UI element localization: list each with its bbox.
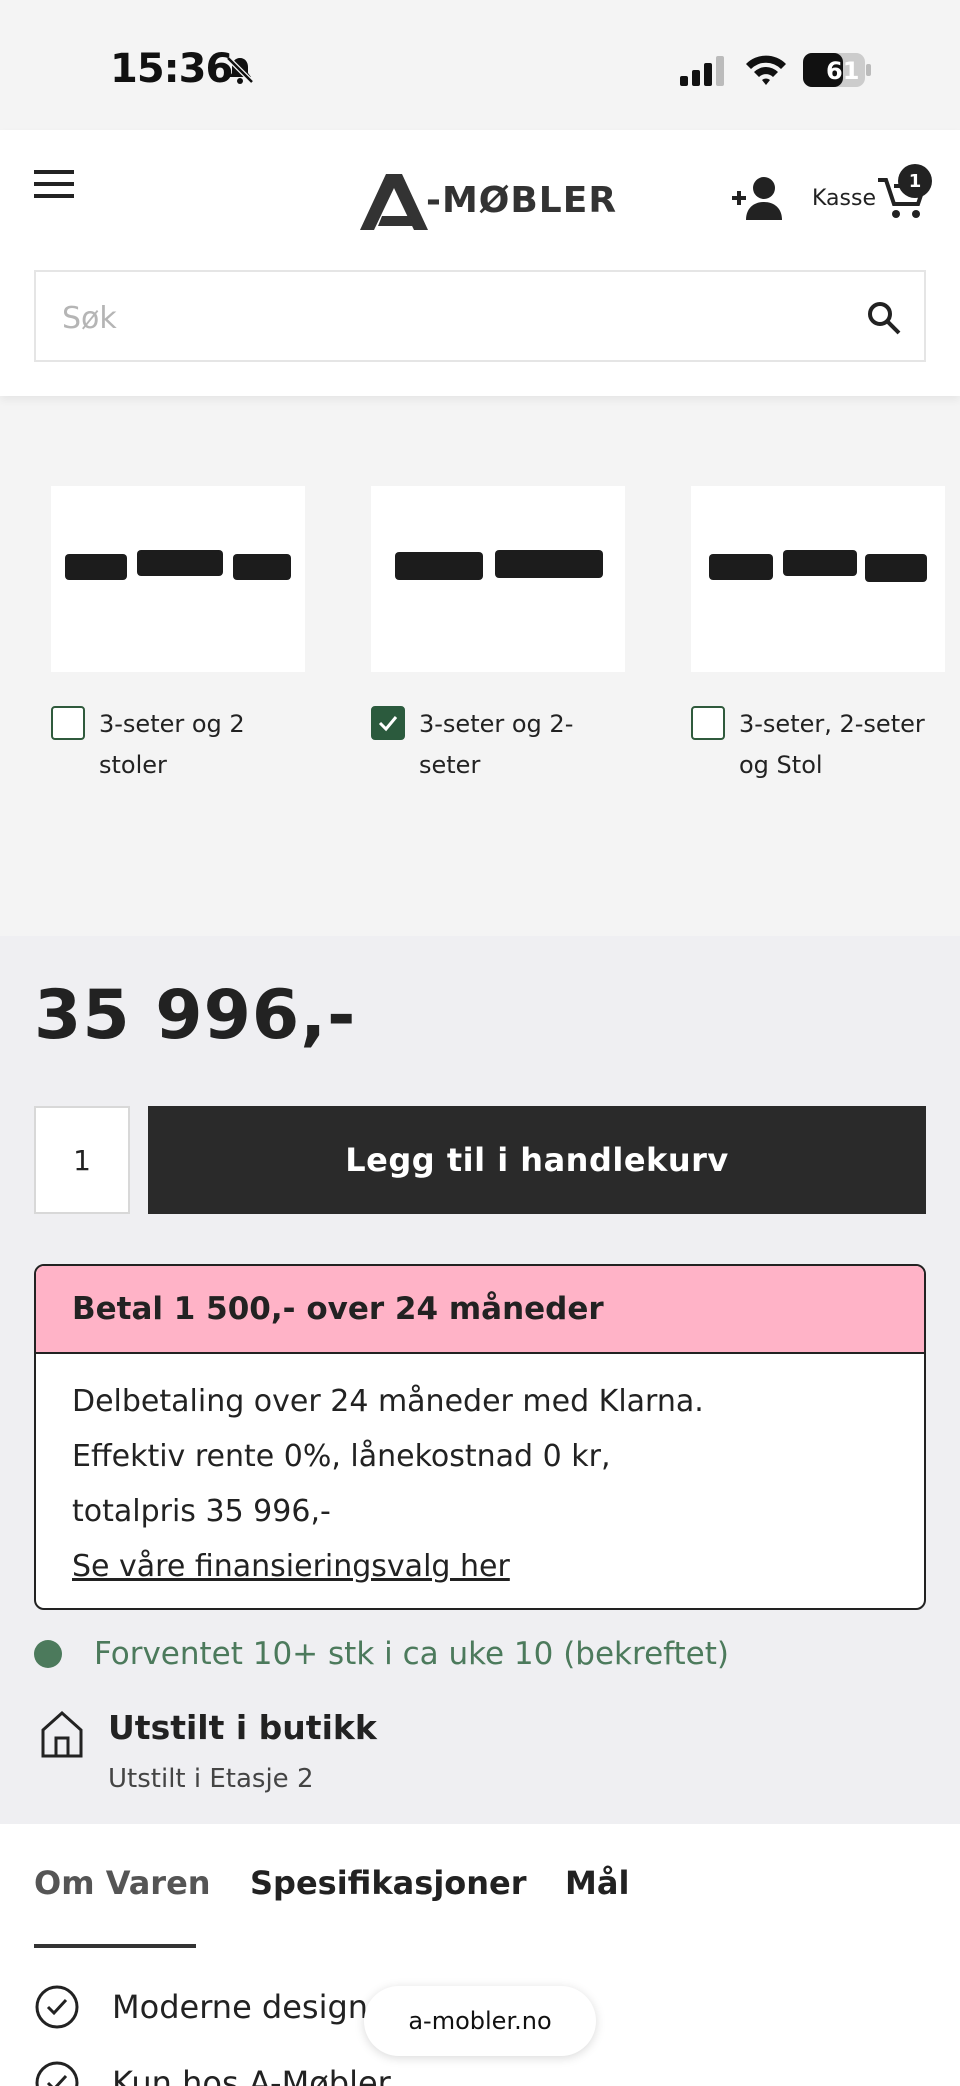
variant-option-2[interactable]: 3-seter og 2-seter [371, 486, 625, 786]
variant-option-3[interactable]: 3-seter, 2-seter og Stol [691, 486, 945, 786]
search-icon[interactable] [866, 300, 902, 336]
financing-options-link[interactable]: Se våre finansieringsvalg her [72, 1539, 888, 1594]
feature-item: Moderne design [34, 1984, 368, 2030]
klarna-text-line: totalpris 35 996,- [72, 1494, 331, 1529]
active-tab-underline [34, 1944, 196, 1948]
status-time: 15:36 [110, 46, 233, 92]
check-circle-icon [35, 2061, 79, 2086]
tab-om-varen[interactable]: Om Varen [34, 1864, 211, 1902]
quantity-input[interactable]: 1 [34, 1106, 130, 1214]
stock-indicator-dot [34, 1640, 62, 1668]
klarna-title: Betal 1 500,- over 24 måneder [36, 1266, 924, 1354]
store-display-title: Utstilt i butikk [108, 1708, 377, 1747]
battery-level: 61 [826, 57, 859, 85]
browser-url-pill[interactable]: a-mobler.no [364, 1986, 596, 2056]
variant-selector: Variant 3-seter og 2 stoler [0, 396, 960, 936]
klarna-text-line: Effektiv rente 0%, lånekostnad 0 kr, [72, 1439, 611, 1474]
purchase-section: 35 996,- 1 Legg til i handlekurv Betal 1… [0, 936, 960, 1824]
check-circle-icon [35, 1985, 79, 2029]
bell-muted-icon [226, 56, 254, 84]
feature-text: Moderne design [112, 1988, 369, 2026]
checkmark-icon [378, 716, 398, 732]
logo-text: -MØBLER [426, 180, 618, 221]
variant-checkbox[interactable] [691, 706, 725, 740]
battery-icon: 61 [802, 52, 872, 88]
add-to-cart-button[interactable]: Legg til i handlekurv [148, 1106, 926, 1214]
variant-image[interactable] [691, 486, 945, 672]
cellular-signal-icon [680, 56, 724, 86]
klarna-financing-box: Betal 1 500,- over 24 måneder Delbetalin… [34, 1264, 926, 1610]
variant-label: 3-seter og 2 stoler [99, 710, 245, 779]
variant-option-1[interactable]: 3-seter og 2 stoler [51, 486, 305, 786]
stock-status: Forventet 10+ stk i ca uke 10 (bekreftet… [34, 1636, 729, 1672]
product-price: 35 996,- [34, 976, 357, 1055]
store-display-location: Utstilt i Etasje 2 [108, 1764, 314, 1794]
tab-spesifikasjoner[interactable]: Spesifikasjoner [250, 1864, 527, 1902]
status-bar: 15:36 61 [0, 0, 960, 130]
variant-heading: Variant [34, 396, 173, 404]
store-house-icon [41, 1710, 83, 1758]
stock-text: Forventet 10+ stk i ca uke 10 (bekreftet… [94, 1636, 729, 1672]
search-input[interactable] [62, 296, 842, 340]
search-bar [34, 270, 926, 362]
variant-image[interactable] [51, 486, 305, 672]
variant-checkbox-checked[interactable] [371, 706, 405, 740]
variant-label: 3-seter og 2-seter [419, 710, 574, 779]
variant-label: 3-seter, 2-seter og Stol [739, 710, 925, 779]
tab-maal[interactable]: Mål [565, 1864, 629, 1902]
variant-image[interactable] [371, 486, 625, 672]
variant-checkbox[interactable] [51, 706, 85, 740]
site-header: -MØBLER Kasse 1 [0, 130, 960, 396]
klarna-text-line: Delbetaling over 24 måneder med Klarna. [72, 1384, 704, 1419]
add-user-icon[interactable] [732, 176, 784, 220]
feature-item: Kun hos A-Møbler [34, 2060, 391, 2086]
wifi-icon [746, 55, 786, 85]
checkout-link[interactable]: Kasse [812, 186, 876, 211]
cart-count-badge: 1 [898, 164, 932, 198]
hamburger-menu-icon[interactable] [34, 170, 76, 200]
feature-text: Kun hos A-Møbler [112, 2064, 391, 2086]
